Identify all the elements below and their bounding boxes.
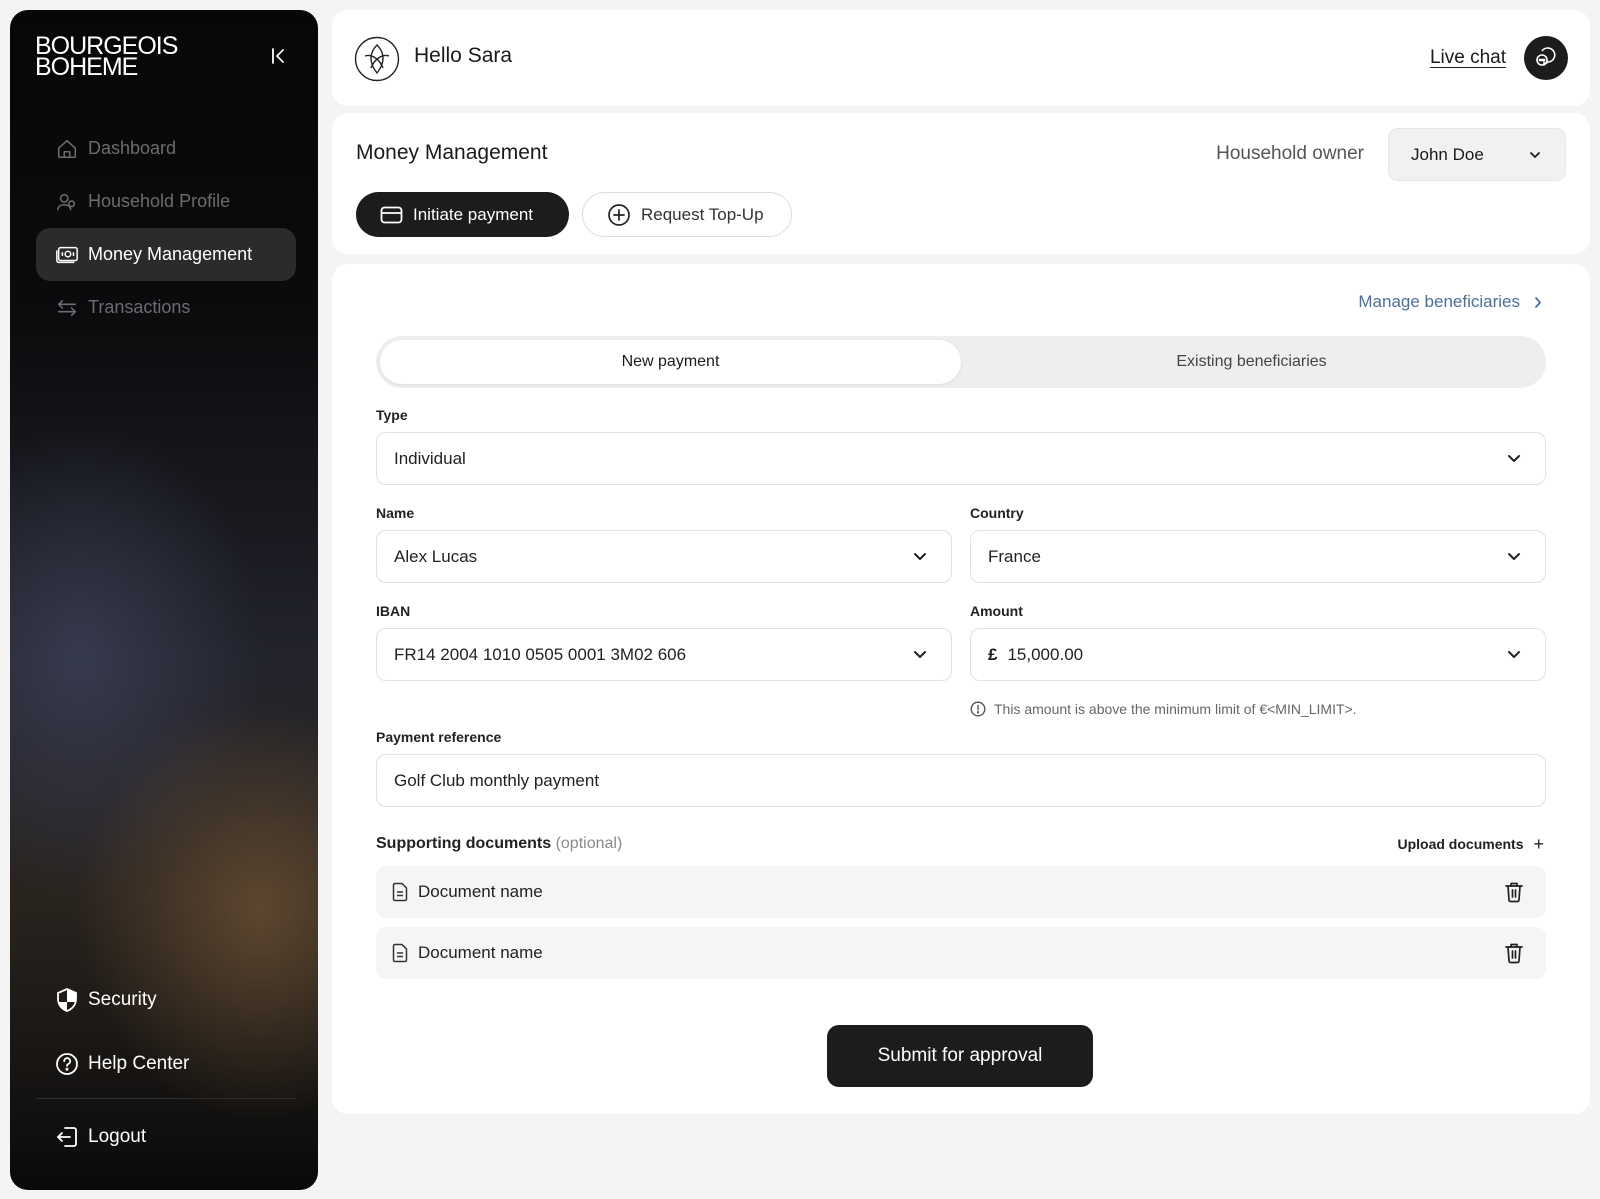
sidebar-item-security[interactable]: Security bbox=[36, 980, 296, 1020]
name-label: Name bbox=[376, 505, 415, 521]
supporting-documents-title: Supporting documents (optional) bbox=[376, 835, 623, 852]
sidebar-bottom-nav: Security Help Center Logout bbox=[36, 980, 296, 1157]
amount-label: Amount bbox=[970, 603, 1023, 619]
sidebar-item-transactions[interactable]: Transactions bbox=[36, 281, 296, 334]
money-management-header: Money Management Household owner John Do… bbox=[332, 113, 1590, 254]
chevron-down-icon bbox=[1530, 151, 1540, 158]
sidebar-item-label: Logout bbox=[88, 1126, 147, 1147]
logout-icon bbox=[55, 1125, 79, 1149]
collapse-left-icon bbox=[272, 48, 284, 64]
name-select[interactable]: Alex Lucas bbox=[376, 530, 952, 583]
payment-reference-label: Payment reference bbox=[376, 729, 502, 745]
sidebar-item-help-center[interactable]: Help Center bbox=[36, 1044, 296, 1084]
amount-input[interactable]: £ 15,000.00 bbox=[970, 628, 1546, 681]
top-header: Hello Sara Live chat bbox=[332, 10, 1590, 106]
trash-icon bbox=[1505, 943, 1523, 964]
cash-icon bbox=[55, 243, 79, 267]
type-select[interactable]: Individual bbox=[376, 432, 1546, 485]
sidebar: BOURGEOIS BOHEME Dashboard Household Pro… bbox=[10, 10, 318, 1190]
document-name: Document name bbox=[418, 943, 543, 962]
plus-circle-icon bbox=[608, 203, 630, 226]
country-label: Country bbox=[970, 505, 1024, 521]
sidebar-item-money-management[interactable]: Money Management bbox=[36, 228, 296, 281]
tab-new-payment[interactable]: New payment bbox=[380, 340, 961, 384]
delete-document-button[interactable] bbox=[1504, 881, 1524, 903]
sidebar-item-label: Money Management bbox=[88, 244, 253, 264]
upload-documents-button[interactable]: Upload documents + bbox=[1397, 834, 1544, 854]
chevron-down-icon bbox=[914, 553, 926, 560]
amount-value: 15,000.00 bbox=[1007, 644, 1084, 664]
sidebar-item-logout[interactable]: Logout bbox=[36, 1117, 296, 1157]
sidebar-item-label: Security bbox=[88, 989, 157, 1010]
manage-beneficiaries-link[interactable]: Manage beneficiaries bbox=[1358, 292, 1542, 312]
sidebar-nav: Dashboard Household Profile Money Manage… bbox=[36, 122, 296, 334]
brand-logo[interactable]: BOURGEOIS BOHEME bbox=[35, 34, 178, 80]
document-item: Document name bbox=[376, 927, 1546, 979]
page-title: Money Management bbox=[356, 141, 548, 164]
payment-form: Manage beneficiaries New payment Existin… bbox=[332, 264, 1590, 1114]
sidebar-item-dashboard[interactable]: Dashboard bbox=[36, 122, 296, 175]
document-icon bbox=[392, 943, 408, 963]
amount-hint: This amount is above the minimum limit o… bbox=[970, 701, 1357, 717]
sidebar-item-label: Dashboard bbox=[88, 138, 177, 158]
type-label: Type bbox=[376, 407, 408, 423]
home-icon bbox=[55, 137, 79, 161]
sidebar-item-label: Transactions bbox=[88, 297, 191, 317]
collapse-sidebar-button[interactable] bbox=[267, 44, 291, 68]
info-icon bbox=[970, 701, 986, 717]
document-name: Document name bbox=[418, 882, 543, 901]
iban-label: IBAN bbox=[376, 603, 411, 619]
chat-button[interactable] bbox=[1524, 36, 1568, 80]
iban-select[interactable]: FR14 2004 1010 0505 0001 3M02 606 bbox=[376, 628, 952, 681]
submit-for-approval-button[interactable]: Submit for approval bbox=[827, 1025, 1093, 1087]
users-icon bbox=[55, 190, 79, 214]
document-icon bbox=[392, 882, 408, 902]
document-item: Document name bbox=[376, 866, 1546, 918]
arrows-icon bbox=[55, 296, 79, 320]
request-top-up-button[interactable]: Request Top-Up bbox=[582, 192, 792, 237]
initiate-payment-button[interactable]: Initiate payment bbox=[356, 192, 569, 237]
brand-emblem-icon bbox=[354, 36, 400, 82]
household-owner-label: Household owner bbox=[1216, 143, 1364, 164]
chevron-down-icon bbox=[1508, 553, 1520, 560]
currency-symbol[interactable]: £ bbox=[988, 645, 997, 665]
help-icon bbox=[55, 1052, 79, 1076]
chevron-down-icon bbox=[1508, 651, 1520, 658]
shield-icon bbox=[55, 988, 79, 1012]
sidebar-item-label: Help Center bbox=[88, 1053, 190, 1074]
chevron-right-icon bbox=[1535, 296, 1541, 308]
sidebar-item-household-profile[interactable]: Household Profile bbox=[36, 175, 296, 228]
household-owner-value: John Doe bbox=[1411, 144, 1484, 164]
plus-icon: + bbox=[1533, 834, 1544, 854]
country-select[interactable]: France bbox=[970, 530, 1546, 583]
payment-mode-tabs: New payment Existing beneficiaries bbox=[376, 336, 1546, 388]
household-owner-select[interactable]: John Doe bbox=[1388, 128, 1566, 181]
payment-reference-input[interactable]: Golf Club monthly payment bbox=[376, 754, 1546, 807]
live-chat-link[interactable]: Live chat bbox=[1430, 47, 1506, 69]
greeting: Hello Sara bbox=[414, 44, 513, 67]
tab-existing-beneficiaries[interactable]: Existing beneficiaries bbox=[961, 340, 1542, 384]
trash-icon bbox=[1505, 882, 1523, 903]
chevron-down-icon bbox=[1508, 455, 1520, 462]
delete-document-button[interactable] bbox=[1504, 942, 1524, 964]
credit-card-icon bbox=[380, 206, 403, 223]
chat-bubbles-icon bbox=[1536, 47, 1556, 66]
chevron-down-icon bbox=[914, 651, 926, 658]
sidebar-item-label: Household Profile bbox=[88, 191, 231, 211]
sidebar-divider bbox=[36, 1098, 296, 1099]
